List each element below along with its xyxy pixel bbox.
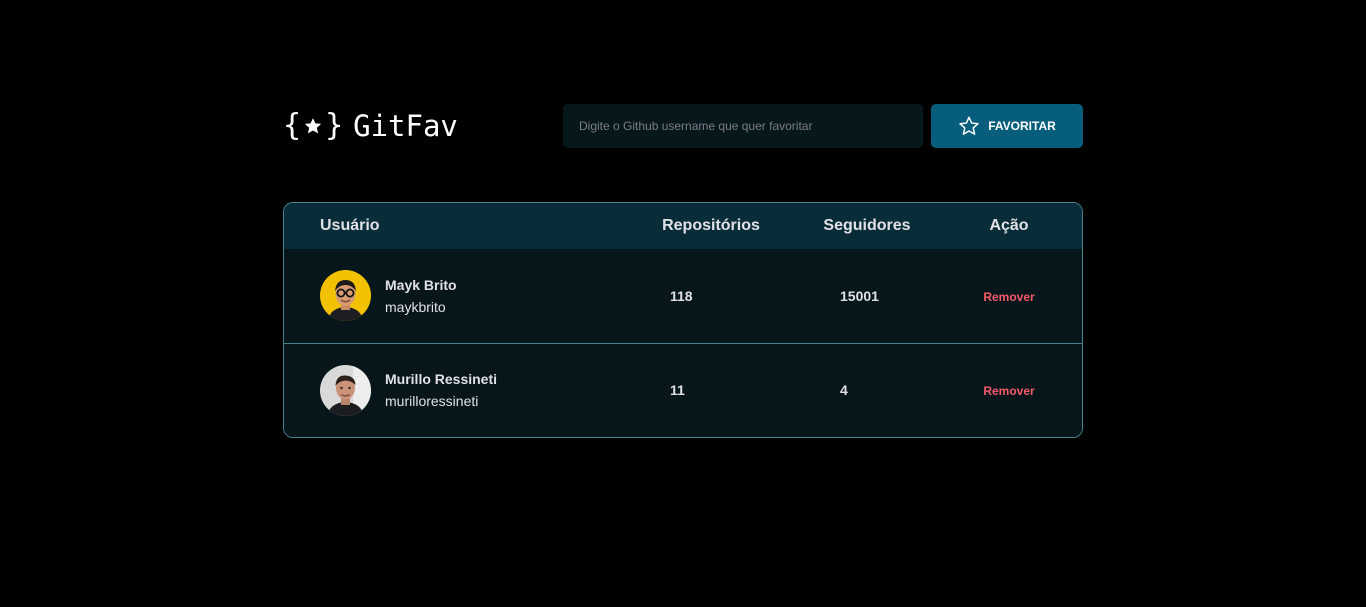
search-bar: FAVORITAR (563, 104, 1083, 148)
action-cell: Remover (936, 249, 1082, 343)
user-name: Mayk Brito (385, 276, 457, 293)
action-cell: Remover (936, 343, 1082, 437)
user-cell: Mayk Brito maykbrito (284, 249, 624, 343)
table-row: Mayk Brito maykbrito 118 15001 Remover (284, 249, 1082, 343)
column-header-user: Usuário (320, 217, 380, 234)
avatar[interactable] (320, 364, 371, 416)
column-header-action: Ação (989, 217, 1029, 234)
repositories-count: 118 (670, 287, 693, 304)
user-cell: Murillo Ressineti murilloressineti (284, 343, 624, 437)
app-container: { } GitFav FAVORITAR Usuário (283, 104, 1083, 438)
repositories-count: 11 (670, 382, 685, 399)
table-header: Usuário Repositórios Seguidores Ação (284, 203, 1082, 249)
favorites-table-container: Usuário Repositórios Seguidores Ação May… (283, 202, 1083, 438)
remove-button[interactable]: Remover (983, 384, 1034, 398)
column-header-repositories: Repositórios (662, 217, 760, 234)
user-login: murilloressineti (385, 393, 479, 410)
app-title: GitFav (353, 108, 458, 143)
column-header-followers: Seguidores (823, 217, 911, 234)
star-outline-icon (959, 116, 979, 135)
avatar[interactable] (320, 270, 371, 322)
user-name: Murillo Ressineti (385, 371, 498, 388)
favorites-table: Usuário Repositórios Seguidores Ação May… (284, 203, 1082, 437)
favorite-button-label: FAVORITAR (988, 119, 1056, 133)
followers-count: 15001 (840, 287, 879, 304)
username-search-input[interactable] (563, 104, 923, 148)
star-braces-icon: { } (283, 108, 344, 143)
table-row: Murillo Ressineti murilloressineti 11 4 … (284, 343, 1082, 437)
logo: { } GitFav (283, 104, 458, 148)
remove-button[interactable]: Remover (983, 290, 1034, 304)
followers-count: 4 (840, 382, 848, 399)
header: { } GitFav FAVORITAR (283, 104, 1083, 148)
user-login: maykbrito (385, 298, 446, 315)
favorite-button[interactable]: FAVORITAR (931, 104, 1083, 148)
